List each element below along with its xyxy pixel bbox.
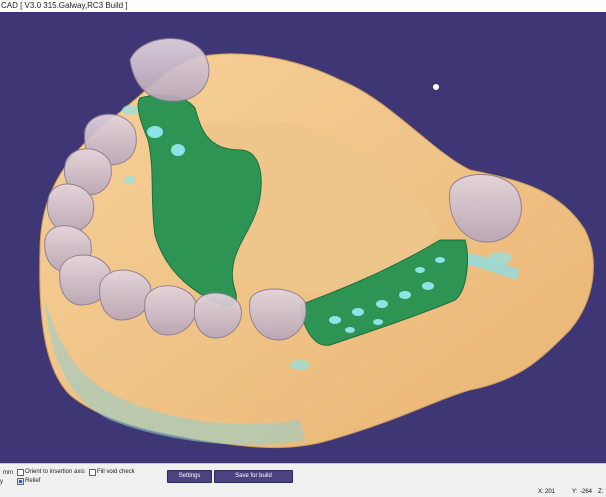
fill-void-label[interactable]: Fill void check xyxy=(97,468,135,476)
coord-x-label: X: xyxy=(538,489,544,495)
coord-y-label: Y: xyxy=(572,489,578,495)
bottom-toolbar: mm y Orient to insertion axis Relief Fil… xyxy=(0,463,606,497)
coord-x-value: 201 xyxy=(545,489,556,495)
unit-label: mm xyxy=(3,470,13,476)
coord-z-label: Z: xyxy=(598,489,604,495)
relief-checkbox[interactable] xyxy=(17,478,24,485)
orient-label[interactable]: Orient to insertion axis xyxy=(25,468,85,476)
settings-button[interactable]: Settings xyxy=(167,470,212,483)
coord-y-value: -264 xyxy=(580,489,593,495)
scene-light-marker xyxy=(433,84,439,90)
orient-checkbox[interactable] xyxy=(17,469,24,476)
3d-viewport[interactable] xyxy=(0,12,606,463)
dental-model-render xyxy=(39,38,594,449)
partial-label: y xyxy=(0,479,3,485)
relief-label[interactable]: Relief xyxy=(25,477,40,485)
window-title: CAD [ V3.0 315.Galway,RC3 Build ] xyxy=(1,1,128,10)
fill-void-checkbox[interactable] xyxy=(89,469,96,476)
save-for-build-button[interactable]: Save for build xyxy=(214,470,293,483)
